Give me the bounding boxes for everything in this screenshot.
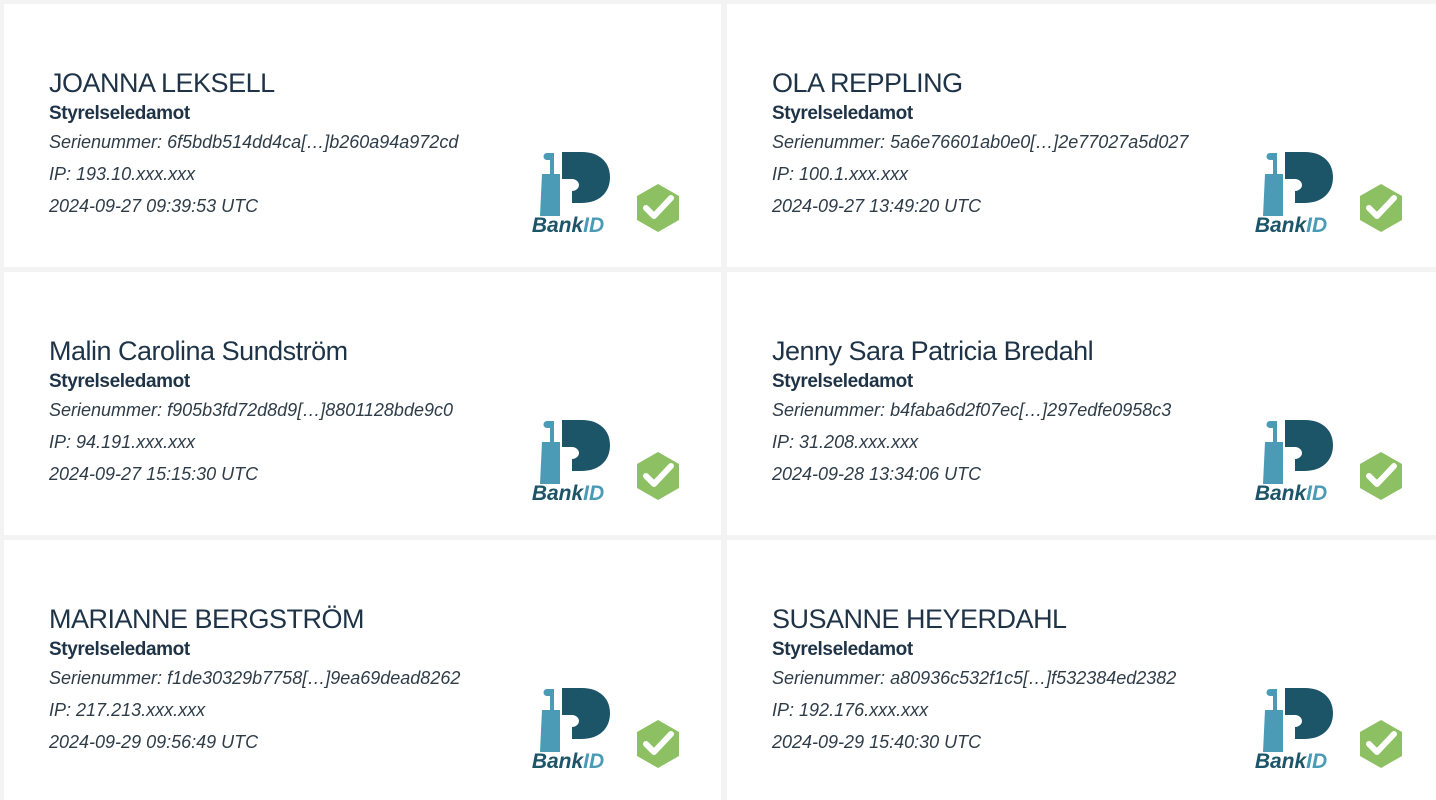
serial-value: f1de30329b7758[…]9ea69dead8262 — [167, 668, 461, 688]
serial-number: Serienummer: f1de30329b7758[…]9ea69dead8… — [49, 662, 460, 694]
signatures-grid: JOANNA LEKSELL Styrelseledamot Serienumm… — [0, 0, 1436, 800]
signer-card: SUSANNE HEYERDAHL Styrelseledamot Serien… — [727, 540, 1436, 800]
signer-info: SUSANNE HEYERDAHL Styrelseledamot Serien… — [772, 604, 1176, 758]
bankid-logo-icon: BankID — [532, 688, 610, 770]
serial-number: Serienummer: 5a6e76601ab0e0[…]2e77027a5d… — [772, 126, 1188, 158]
signed-timestamp: 2024-09-27 09:39:53 UTC — [49, 196, 259, 216]
verified-check-icon — [637, 184, 679, 232]
signer-name: JOANNA LEKSELL — [49, 68, 275, 98]
serial-label: Serienummer: — [772, 400, 886, 420]
signer-role: Styrelseledamot — [772, 103, 913, 124]
ip-label: IP: — [772, 700, 795, 720]
svg-text:BankID: BankID — [1255, 214, 1327, 234]
signer-role: Styrelseledamot — [772, 639, 913, 660]
signed-timestamp: 2024-09-29 15:40:30 UTC — [772, 732, 982, 752]
serial-value: 5a6e76601ab0e0[…]2e77027a5d027 — [890, 132, 1189, 152]
signed-timestamp: 2024-09-29 09:56:49 UTC — [49, 732, 259, 752]
signer-name: OLA REPPLING — [772, 68, 963, 98]
ip-address: IP: 192.176.xxx.xxx — [772, 694, 1176, 726]
ip-label: IP: — [49, 700, 72, 720]
signer-card: Jenny Sara Patricia Bredahl Styrelseleda… — [727, 272, 1436, 535]
svg-text:BankID: BankID — [1255, 750, 1327, 770]
serial-label: Serienummer: — [772, 132, 886, 152]
verified-check-icon — [637, 720, 679, 768]
serial-value: b4faba6d2f07ec[…]297edfe0958c3 — [890, 400, 1172, 420]
signer-info: Jenny Sara Patricia Bredahl Styrelseleda… — [772, 336, 1171, 490]
serial-label: Serienummer: — [49, 132, 163, 152]
signer-card: MARIANNE BERGSTRÖM Styrelseledamot Serie… — [4, 540, 721, 800]
signer-name: SUSANNE HEYERDAHL — [772, 604, 1067, 634]
ip-label: IP: — [772, 164, 795, 184]
ip-address: IP: 193.10.xxx.xxx — [49, 158, 458, 190]
signer-card: Malin Carolina Sundström Styrelseledamot… — [4, 272, 721, 535]
verified-check-icon — [1360, 184, 1402, 232]
signer-info: OLA REPPLING Styrelseledamot Serienummer… — [772, 68, 1188, 222]
verified-check-icon — [637, 452, 679, 500]
serial-label: Serienummer: — [49, 668, 163, 688]
ip-value: 100.1.xxx.xxx — [799, 164, 909, 184]
svg-text:BankID: BankID — [532, 214, 604, 234]
serial-number: Serienummer: a80936c532f1c5[…]f532384ed2… — [772, 662, 1176, 694]
serial-value: 6f5bdb514dd4ca[…]b260a94a972cd — [167, 132, 459, 152]
signer-role: Styrelseledamot — [772, 371, 913, 392]
ip-label: IP: — [49, 432, 72, 452]
bankid-logo-icon: BankID — [1255, 688, 1333, 770]
serial-number: Serienummer: f905b3fd72d8d9[…]8801128bde… — [49, 394, 453, 426]
serial-number: Serienummer: b4faba6d2f07ec[…]297edfe095… — [772, 394, 1171, 426]
serial-value: f905b3fd72d8d9[…]8801128bde9c0 — [167, 400, 453, 420]
signed-timestamp: 2024-09-27 13:49:20 UTC — [772, 196, 982, 216]
serial-label: Serienummer: — [49, 400, 163, 420]
signer-name: MARIANNE BERGSTRÖM — [49, 604, 365, 634]
signer-name: Jenny Sara Patricia Bredahl — [772, 336, 1094, 366]
svg-text:BankID: BankID — [1255, 482, 1327, 502]
ip-value: 192.176.xxx.xxx — [799, 700, 929, 720]
ip-label: IP: — [49, 164, 72, 184]
serial-value: a80936c532f1c5[…]f532384ed2382 — [890, 668, 1177, 688]
bankid-logo-icon: BankID — [532, 152, 610, 234]
ip-address: IP: 100.1.xxx.xxx — [772, 158, 1188, 190]
svg-text:BankID: BankID — [532, 482, 604, 502]
ip-address: IP: 31.208.xxx.xxx — [772, 426, 1171, 458]
signer-role: Styrelseledamot — [49, 371, 190, 392]
ip-address: IP: 94.191.xxx.xxx — [49, 426, 453, 458]
signer-info: JOANNA LEKSELL Styrelseledamot Serienumm… — [49, 68, 458, 222]
ip-value: 193.10.xxx.xxx — [76, 164, 196, 184]
ip-value: 217.213.xxx.xxx — [76, 700, 206, 720]
signed-timestamp: 2024-09-27 15:15:30 UTC — [49, 464, 259, 484]
bankid-logo-icon: BankID — [532, 420, 610, 502]
ip-address: IP: 217.213.xxx.xxx — [49, 694, 460, 726]
serial-label: Serienummer: — [772, 668, 886, 688]
verified-check-icon — [1360, 452, 1402, 500]
signer-card: JOANNA LEKSELL Styrelseledamot Serienumm… — [4, 4, 721, 267]
ip-value: 31.208.xxx.xxx — [799, 432, 919, 452]
bankid-logo-icon: BankID — [1255, 420, 1333, 502]
signer-role: Styrelseledamot — [49, 103, 190, 124]
signer-card: OLA REPPLING Styrelseledamot Serienummer… — [727, 4, 1436, 267]
serial-number: Serienummer: 6f5bdb514dd4ca[…]b260a94a97… — [49, 126, 458, 158]
ip-value: 94.191.xxx.xxx — [76, 432, 196, 452]
signer-role: Styrelseledamot — [49, 639, 190, 660]
bankid-logo-icon: BankID — [1255, 152, 1333, 234]
signed-timestamp: 2024-09-28 13:34:06 UTC — [772, 464, 982, 484]
signer-info: Malin Carolina Sundström Styrelseledamot… — [49, 336, 453, 490]
ip-label: IP: — [772, 432, 795, 452]
signer-name: Malin Carolina Sundström — [49, 336, 348, 366]
svg-text:BankID: BankID — [532, 750, 604, 770]
signer-info: MARIANNE BERGSTRÖM Styrelseledamot Serie… — [49, 604, 460, 758]
verified-check-icon — [1360, 720, 1402, 768]
